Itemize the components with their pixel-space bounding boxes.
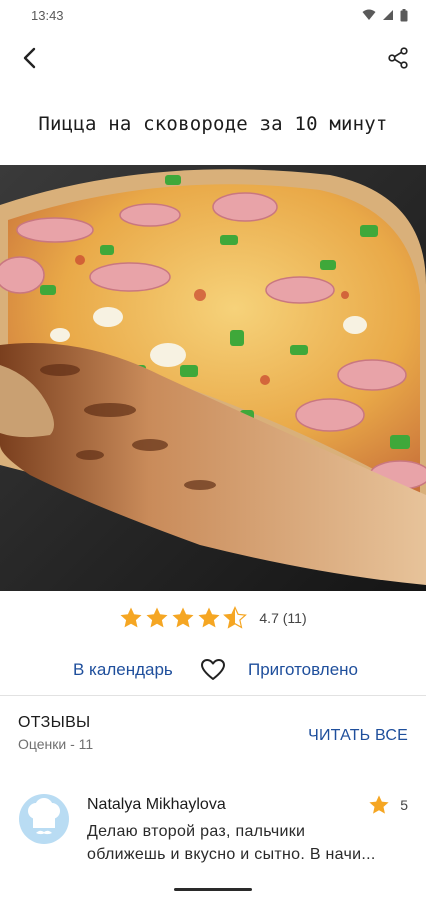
star-icon (146, 607, 168, 628)
reviews-count: Оценки - 11 (18, 736, 94, 752)
recipe-actions: В календарь Приготовлено (0, 655, 426, 685)
avatar (19, 794, 69, 844)
section-divider (0, 695, 426, 696)
review-score: 5 (400, 797, 408, 813)
add-to-calendar-button[interactable]: В календарь (73, 660, 173, 680)
status-bar: 13:43 (0, 0, 426, 30)
review-text-line: оближешь и вкусно и сытно. В начи... (87, 846, 376, 863)
home-indicator[interactable] (174, 888, 252, 891)
battery-icon (400, 8, 408, 21)
back-arrow-icon (23, 47, 36, 69)
app-bar (0, 36, 426, 80)
review-item[interactable]: Natalya Mikhaylova 5 Делаю второй раз, п… (0, 792, 426, 872)
rating-stars[interactable]: 4.7 (11) (0, 605, 426, 631)
reviews-title: ОТЗЫВЫ (18, 714, 91, 731)
chef-hat-icon (28, 798, 60, 835)
recipe-title: Пицца на сковороде за 10 минут (38, 113, 388, 135)
back-button[interactable] (14, 42, 46, 74)
star-icon (120, 607, 142, 628)
review-author: Natalya Mikhaylova (87, 796, 226, 813)
star-icon (172, 607, 194, 628)
heart-icon (201, 659, 225, 680)
pizza-image (0, 165, 426, 591)
recipe-photo[interactable] (0, 165, 426, 591)
status-time: 13:43 (31, 7, 64, 23)
favorite-button[interactable] (200, 657, 226, 683)
signal-icon (383, 10, 393, 20)
review-text-line: Делаю второй раз, пальчики (87, 823, 306, 840)
rating-value: 4.7 (11) (259, 610, 307, 626)
read-all-button[interactable]: ЧИТАТЬ ВСЕ (308, 727, 408, 745)
review-text: Делаю второй раз, пальчики оближешь и вк… (87, 820, 409, 866)
status-icons (362, 8, 408, 22)
star-icon (198, 607, 220, 628)
mark-cooked-button[interactable]: Приготовлено (248, 660, 358, 680)
share-button[interactable] (382, 42, 414, 74)
reviews-header: ОТЗЫВЫ Оценки - 11 (18, 714, 93, 752)
star-icon (369, 795, 389, 814)
share-icon (388, 47, 408, 69)
wifi-icon (362, 9, 376, 20)
half-star-icon (223, 606, 248, 629)
